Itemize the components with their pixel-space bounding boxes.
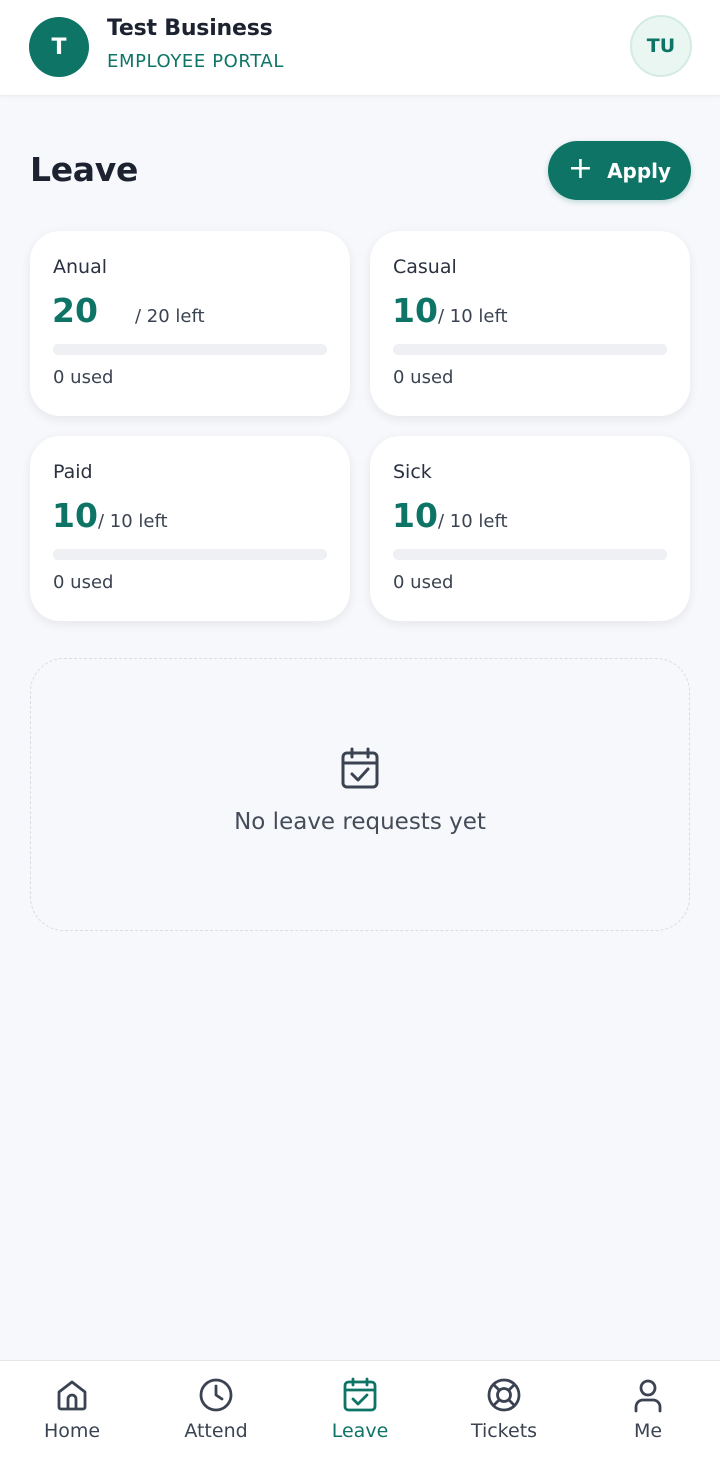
portal-label: EMPLOYEE PORTAL xyxy=(107,51,284,72)
leave-total-label: / 10 left xyxy=(438,306,508,327)
leave-remaining-count: 10 xyxy=(392,291,438,330)
user-icon xyxy=(634,1379,662,1413)
nav-item-me[interactable]: Me xyxy=(576,1361,720,1461)
leave-remaining-count: 10 xyxy=(392,496,438,535)
lifebuoy-icon xyxy=(487,1378,521,1412)
calendar-check-icon xyxy=(341,747,379,789)
nav-label-attend: Attend xyxy=(184,1420,248,1442)
business-initial: T xyxy=(51,34,67,60)
nav-label-leave: Leave xyxy=(331,1420,389,1442)
business-name: Test Business xyxy=(107,16,273,41)
nav-item-leave[interactable]: Leave xyxy=(288,1361,432,1461)
calendar-check-icon xyxy=(343,1377,377,1412)
business-avatar: T xyxy=(29,17,89,77)
leave-card-paid[interactable]: Paid 10 / 10 left 0 used xyxy=(30,436,350,621)
leave-usage-bar xyxy=(53,549,327,560)
home-icon xyxy=(57,1380,87,1411)
leave-used-label: 0 used xyxy=(53,367,114,388)
leave-usage-bar xyxy=(53,344,327,355)
leave-used-label: 0 used xyxy=(53,572,114,593)
nav-label-tickets: Tickets xyxy=(470,1420,538,1442)
leave-usage-bar xyxy=(393,549,667,560)
app-header: T Test Business EMPLOYEE PORTAL TU xyxy=(0,0,720,96)
leave-card-sick[interactable]: Sick 10 / 10 left 0 used xyxy=(370,436,690,621)
leave-type-name: Sick xyxy=(393,461,432,483)
leave-usage-bar xyxy=(393,344,667,355)
empty-message: No leave requests yet xyxy=(234,809,486,835)
nav-label-home: Home xyxy=(43,1420,101,1442)
apply-button[interactable]: + Apply xyxy=(548,141,691,200)
leave-remaining-count: 20 xyxy=(52,291,98,330)
page-title: Leave xyxy=(30,150,139,189)
leave-type-name: Paid xyxy=(53,461,93,483)
clock-icon xyxy=(199,1378,233,1412)
leave-type-name: Casual xyxy=(393,256,457,278)
leave-total-label: / 20 left xyxy=(135,306,205,327)
user-initials: TU xyxy=(646,35,676,57)
leave-used-label: 0 used xyxy=(393,367,454,388)
leave-card-anual[interactable]: Anual 20 / 20 left 0 used xyxy=(30,231,350,416)
leave-remaining-count: 10 xyxy=(52,496,98,535)
plus-icon: + xyxy=(567,151,594,186)
leave-used-label: 0 used xyxy=(393,572,454,593)
leave-card-casual[interactable]: Casual 10 / 10 left 0 used xyxy=(370,231,690,416)
leave-total-label: / 10 left xyxy=(438,511,508,532)
nav-item-tickets[interactable]: Tickets xyxy=(432,1361,576,1461)
bottom-nav: Home Attend Leave Tickets Me xyxy=(0,1360,720,1461)
nav-label-me: Me xyxy=(633,1420,663,1442)
apply-label: Apply xyxy=(607,158,672,183)
leave-type-name: Anual xyxy=(53,256,108,278)
nav-item-home[interactable]: Home xyxy=(0,1361,144,1461)
leave-total-label: / 10 left xyxy=(98,511,168,532)
leave-requests-empty-state: No leave requests yet xyxy=(30,658,690,931)
nav-item-attend[interactable]: Attend xyxy=(144,1361,288,1461)
user-avatar[interactable]: TU xyxy=(630,15,692,77)
